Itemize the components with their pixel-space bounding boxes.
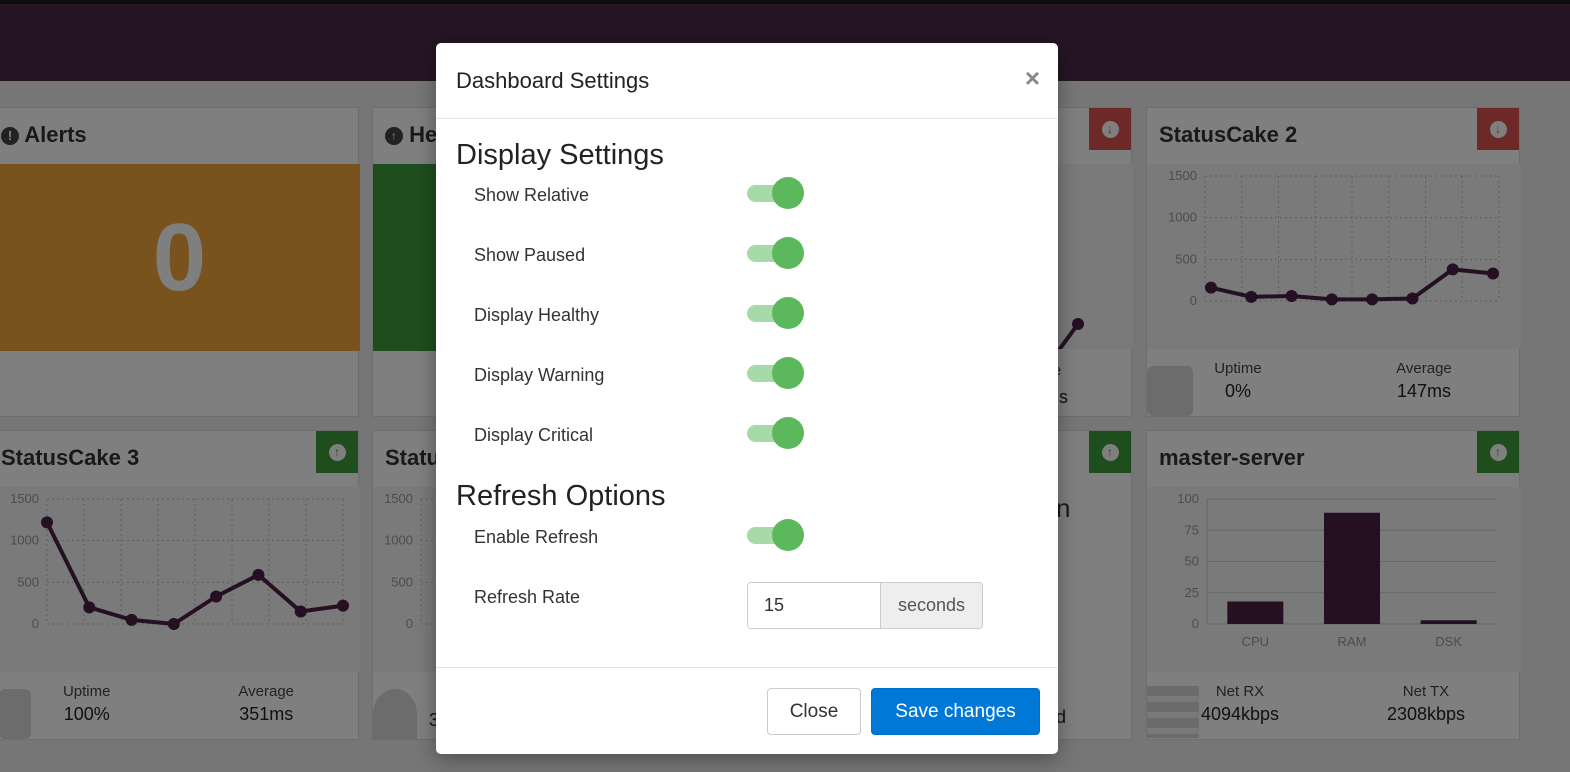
show-paused-label: Show Paused bbox=[474, 245, 586, 265]
display-warning-toggle[interactable] bbox=[747, 357, 805, 389]
modal-footer: Close Save changes bbox=[436, 667, 1058, 754]
display-critical-label: Display Critical bbox=[474, 425, 594, 445]
toggle-knob bbox=[772, 357, 804, 389]
toggle-knob bbox=[772, 417, 804, 449]
close-icon[interactable]: × bbox=[1025, 65, 1040, 91]
toggle-knob bbox=[772, 237, 804, 269]
toggle-knob bbox=[772, 519, 804, 551]
refresh-options-heading: Refresh Options bbox=[456, 480, 666, 512]
refresh-rate-unit: seconds bbox=[880, 583, 982, 628]
show-relative-label: Show Relative bbox=[474, 185, 590, 205]
enable-refresh-toggle[interactable] bbox=[747, 519, 805, 551]
display-healthy-label: Display Healthy bbox=[474, 305, 600, 325]
close-button[interactable]: Close bbox=[767, 688, 861, 735]
display-critical-toggle[interactable] bbox=[747, 417, 805, 449]
modal-header: Dashboard Settings × bbox=[436, 43, 1058, 119]
dashboard-settings-modal: Dashboard Settings × Display Settings Sh… bbox=[436, 43, 1058, 754]
display-settings-heading: Display Settings bbox=[456, 139, 664, 171]
save-changes-button[interactable]: Save changes bbox=[871, 688, 1040, 735]
toggle-knob bbox=[772, 297, 804, 329]
enable-refresh-label: Enable Refresh bbox=[474, 527, 599, 547]
refresh-rate-label: Refresh Rate bbox=[474, 587, 581, 607]
show-relative-toggle[interactable] bbox=[747, 177, 805, 209]
show-paused-toggle[interactable] bbox=[747, 237, 805, 269]
display-warning-label: Display Warning bbox=[474, 365, 605, 385]
refresh-rate-input-group: seconds bbox=[747, 582, 983, 629]
toggle-knob bbox=[772, 177, 804, 209]
modal-title: Dashboard Settings bbox=[456, 68, 650, 93]
display-healthy-toggle[interactable] bbox=[747, 297, 805, 329]
refresh-rate-input[interactable] bbox=[748, 583, 880, 628]
